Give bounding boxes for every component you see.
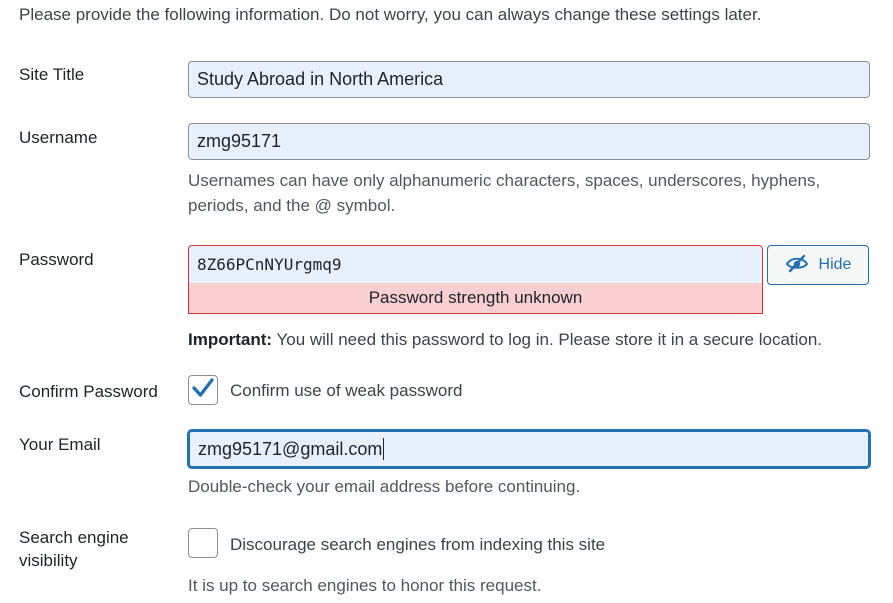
password-value: 8Z66PCnNYUrgmq9 (197, 255, 342, 274)
hide-password-button[interactable]: Hide (767, 245, 869, 285)
username-help: Usernames can have only alphanumeric cha… (188, 168, 820, 218)
email-value: zmg95171@gmail.com (198, 438, 383, 459)
text-cursor (383, 438, 385, 460)
intro-text: Please provide the following information… (19, 5, 762, 24)
discourage-search-engines-checkbox[interactable] (188, 528, 218, 558)
username-help-line1: Usernames can have only alphanumeric cha… (188, 171, 821, 190)
important-text: You will need this password to log in. P… (272, 330, 823, 349)
search-engine-visibility-label: Search engine visibility (19, 526, 129, 572)
search-engine-label-line2: visibility (19, 551, 78, 570)
password-important-note: Important: You will need this password t… (188, 327, 822, 352)
email-help: Double-check your email address before c… (188, 477, 581, 496)
username-input[interactable]: zmg95171 (188, 123, 870, 160)
confirm-weak-password-label[interactable]: Confirm use of weak password (230, 381, 462, 401)
username-label: Username (19, 128, 98, 147)
hide-button-label: Hide (818, 256, 852, 273)
important-strong: Important: (188, 330, 273, 349)
site-title-label: Site Title (19, 65, 85, 84)
username-value: zmg95171 (197, 131, 282, 151)
password-input[interactable]: 8Z66PCnNYUrgmq9 (188, 245, 763, 283)
search-engine-help: It is up to search engines to honor this… (188, 576, 542, 595)
discourage-search-engines-label[interactable]: Discourage search engines from indexing … (230, 535, 605, 555)
email-label: Your Email (19, 435, 101, 454)
search-engine-label-line1: Search engine (19, 528, 129, 547)
eye-hidden-icon (785, 253, 809, 278)
password-label: Password (19, 250, 94, 269)
email-input[interactable]: zmg95171@gmail.com (188, 430, 870, 468)
confirm-weak-password-checkbox[interactable] (188, 375, 218, 405)
confirm-password-label: Confirm Password (19, 382, 158, 401)
site-title-value: Study Abroad in North America (197, 69, 444, 89)
username-help-line2: periods, and the @ symbol. (188, 196, 396, 215)
checkmark-icon (191, 377, 215, 404)
password-strength-indicator: Password strength unknown (188, 283, 763, 314)
site-title-input[interactable]: Study Abroad in North America (188, 61, 870, 98)
